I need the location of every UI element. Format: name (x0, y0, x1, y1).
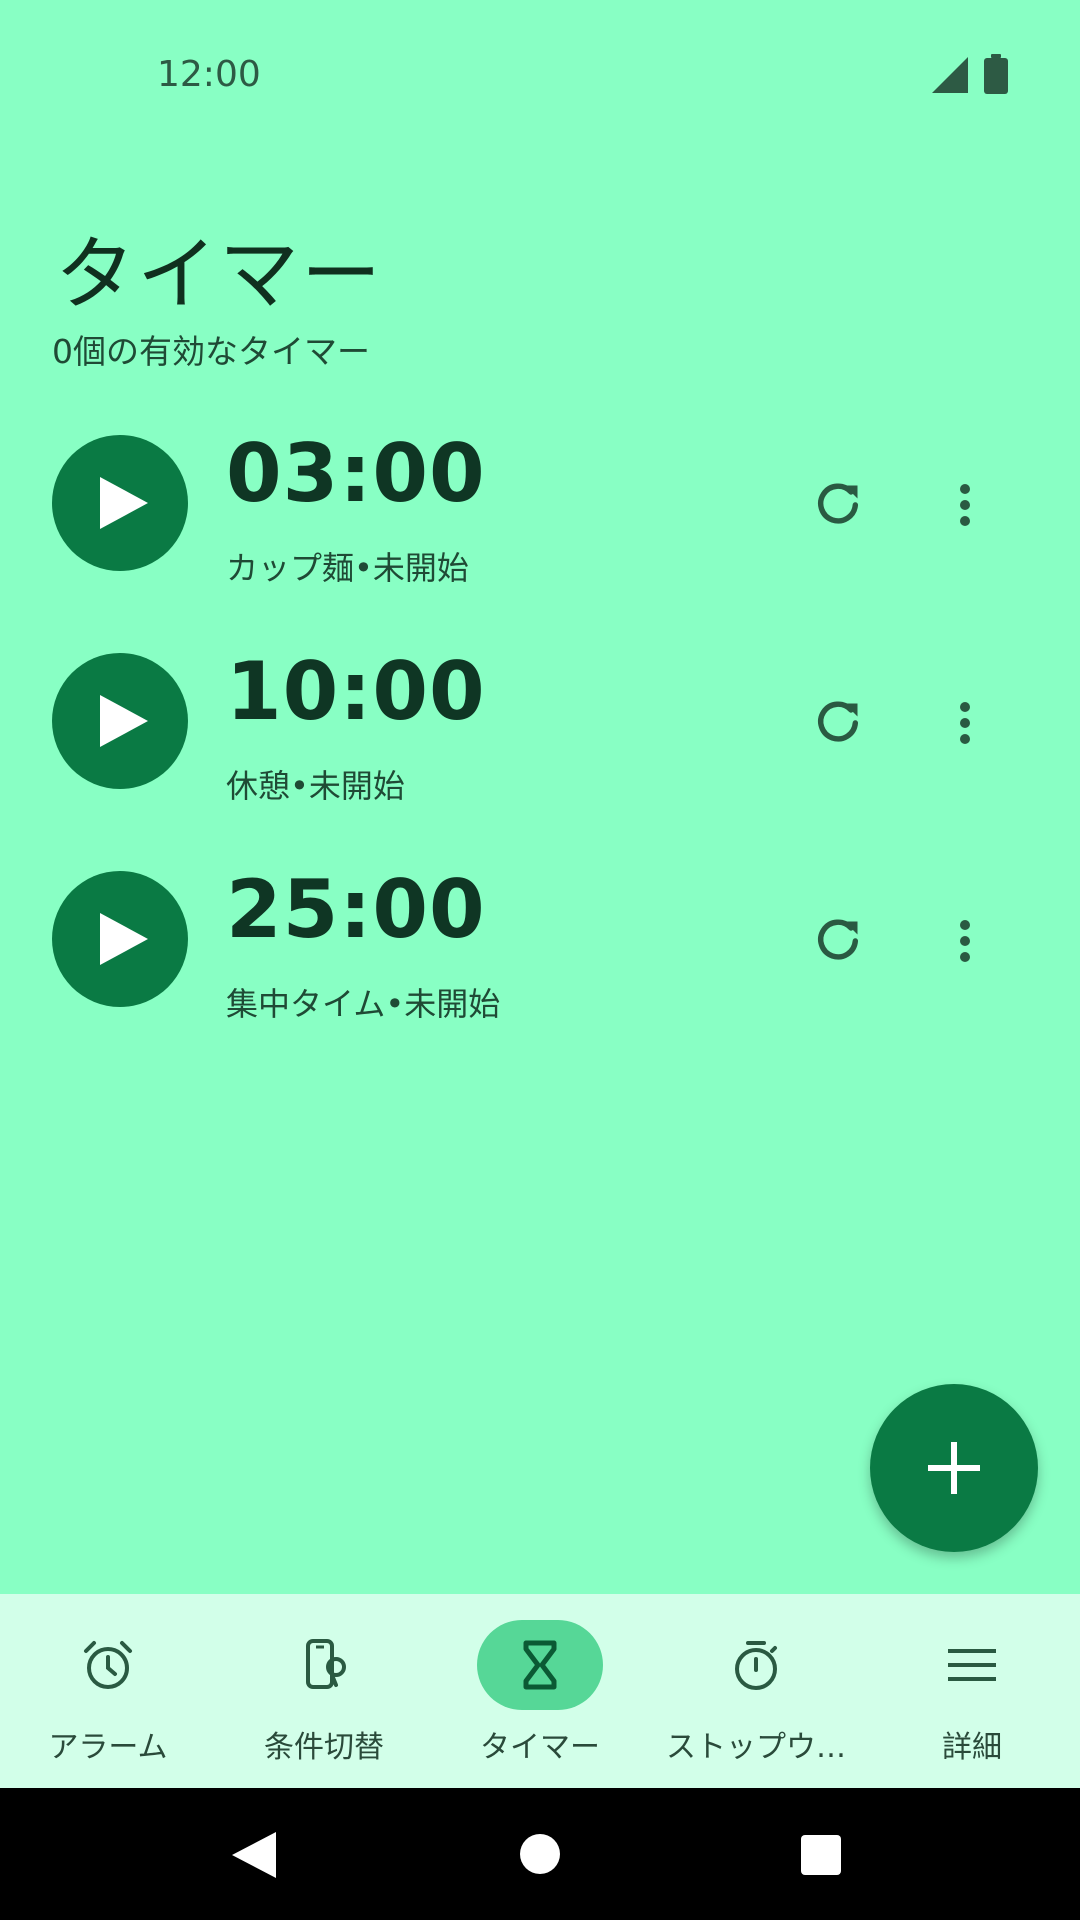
reset-button[interactable] (808, 475, 868, 535)
hourglass-icon (523, 1640, 557, 1690)
timer-row: 03:00 カップ麺•未開始 (0, 427, 1080, 605)
play-icon (100, 695, 148, 747)
active-timers-count: 0個の有効なタイマー (52, 332, 370, 371)
timer-row: 25:00 集中タイム•未開始 (0, 863, 1080, 1041)
recent-apps-icon[interactable] (801, 1835, 841, 1875)
battery-icon (984, 54, 1008, 94)
status-bar: 12:00 (0, 0, 1080, 150)
play-button[interactable] (52, 435, 188, 571)
timer-label: 休憩•未開始 (226, 767, 405, 805)
more-vert-icon (960, 702, 970, 744)
play-icon (100, 913, 148, 965)
timer-duration: 10:00 (226, 645, 486, 738)
nav-label: ストップウ… (666, 1730, 846, 1765)
reset-button[interactable] (808, 911, 868, 971)
alarm-clock-icon (84, 1641, 132, 1689)
play-button[interactable] (52, 653, 188, 789)
more-options-button[interactable] (938, 693, 992, 753)
nav-item-details[interactable]: 詳細 (864, 1594, 1080, 1788)
nav-label: 条件切替 (264, 1730, 384, 1765)
timer-duration: 03:00 (226, 427, 486, 520)
refresh-icon (818, 919, 859, 960)
page-title: タイマー (55, 228, 383, 321)
signal-icon (932, 57, 968, 93)
more-options-button[interactable] (938, 911, 992, 971)
nav-label: 詳細 (942, 1730, 1002, 1765)
phone-toggle-icon (306, 1639, 346, 1689)
menu-icon (948, 1649, 996, 1681)
play-icon (100, 477, 148, 529)
refresh-icon (818, 483, 859, 524)
timer-screen: 12:00 タイマー 0個の有効なタイマー 03:00 カップ麺•未開始 10:… (0, 0, 1080, 1920)
back-icon[interactable] (232, 1832, 276, 1878)
status-time: 12:00 (157, 54, 261, 95)
bottom-navigation: アラーム 条件切替 タイマー ストップウ… 詳細 (0, 1594, 1080, 1788)
plus-icon (928, 1442, 980, 1494)
reset-button[interactable] (808, 693, 868, 753)
more-options-button[interactable] (938, 475, 992, 535)
timer-label: 集中タイム•未開始 (226, 985, 501, 1023)
timer-duration: 25:00 (226, 863, 486, 956)
nav-item-timer[interactable]: タイマー (432, 1594, 648, 1788)
refresh-icon (818, 701, 859, 742)
timer-label: カップ麺•未開始 (226, 549, 469, 587)
more-vert-icon (960, 920, 970, 962)
nav-label: アラーム (48, 1730, 168, 1765)
system-navigation-bar (0, 1788, 1080, 1920)
add-timer-button[interactable] (870, 1384, 1038, 1552)
nav-item-mode-switch[interactable]: 条件切替 (216, 1594, 432, 1788)
home-icon[interactable] (520, 1834, 560, 1874)
play-button[interactable] (52, 871, 188, 1007)
nav-item-stopwatch[interactable]: ストップウ… (648, 1594, 864, 1788)
nav-item-alarm[interactable]: アラーム (0, 1594, 216, 1788)
nav-label: タイマー (480, 1730, 600, 1765)
more-vert-icon (960, 484, 970, 526)
stopwatch-icon (735, 1641, 777, 1690)
timer-row: 10:00 休憩•未開始 (0, 645, 1080, 823)
